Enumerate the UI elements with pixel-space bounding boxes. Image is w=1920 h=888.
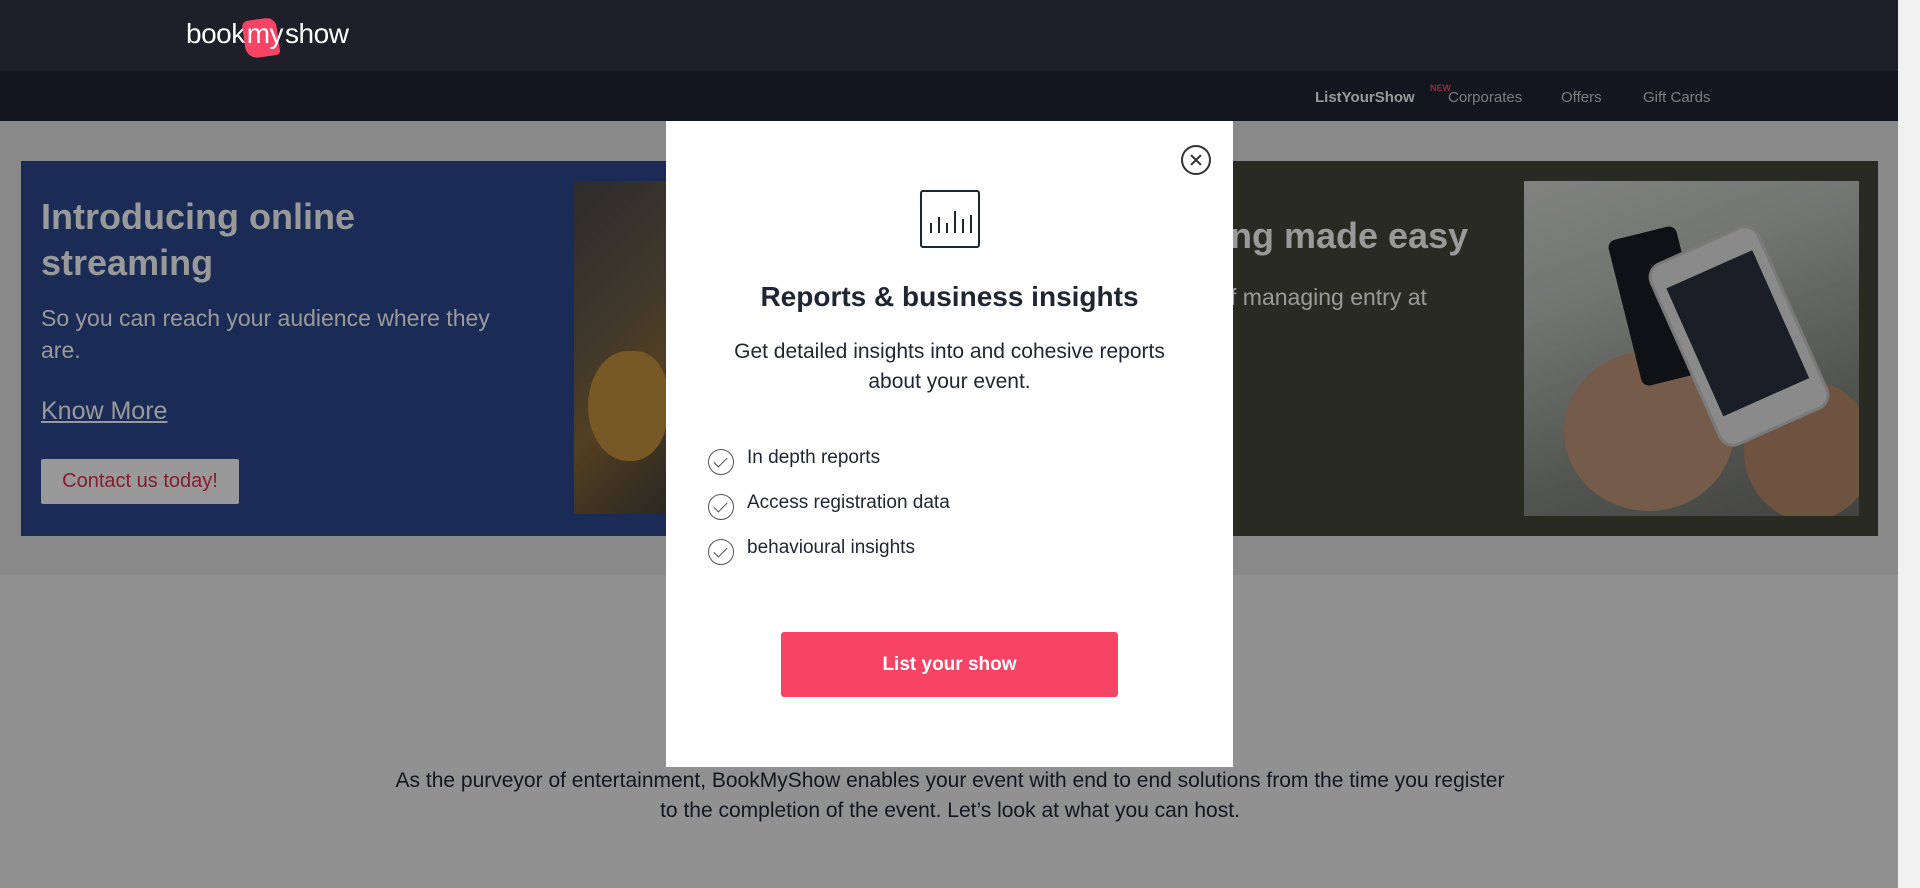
check-circle-icon (708, 539, 734, 565)
modal-description: Get detailed insights into and cohesive … (734, 340, 1165, 393)
logo-text-my: my (246, 18, 284, 49)
scrollbar[interactable] (1898, 0, 1920, 888)
feature-list: In depth reports Access registration dat… (708, 447, 950, 582)
report-chart-icon (920, 190, 980, 248)
feature-modal: Reports & business insights Get detailed… (666, 121, 1233, 767)
feature-item: Access registration data (708, 492, 950, 537)
list-your-show-button[interactable]: List your show (781, 632, 1118, 697)
check-circle-icon (708, 494, 734, 520)
feature-item: behavioural insights (708, 537, 950, 582)
modal-title: Reports & business insights (760, 281, 1139, 312)
close-icon[interactable] (1181, 145, 1211, 175)
bookmyshow-logo[interactable]: bookmyshow (186, 18, 349, 50)
check-circle-icon (708, 449, 734, 475)
feature-item: In depth reports (708, 447, 950, 492)
logo-text-book: book (186, 18, 245, 49)
logo-text-show: show (285, 18, 349, 49)
